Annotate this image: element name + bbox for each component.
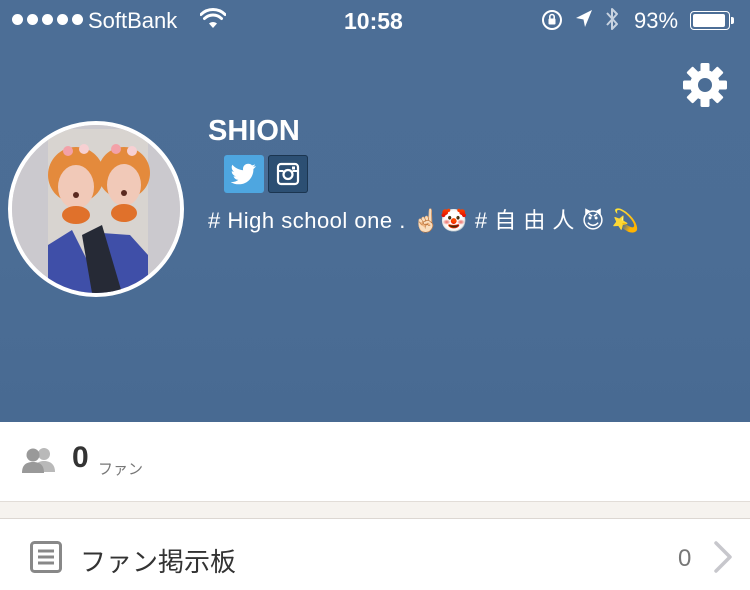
bluetooth-icon	[604, 6, 620, 38]
section-divider	[0, 502, 750, 519]
fans-count: 0	[72, 441, 89, 474]
social-links	[224, 155, 308, 193]
profile-username: SHION	[208, 115, 300, 147]
profile-bio: # High school one . ☝🏻🤡 # 自 由 人 😈 💫	[208, 208, 640, 233]
fan-board-label: ファン掲示板	[80, 547, 237, 577]
profile-header: SoftBank 10:58 93% SHION # High school o…	[0, 0, 750, 422]
status-time: 10:58	[344, 8, 403, 34]
fan-board-count: 0	[678, 545, 692, 572]
fans-people-icon	[22, 446, 56, 479]
fan-board-row[interactable]: ファン掲示板 0	[0, 519, 750, 590]
settings-gear-icon[interactable]	[682, 62, 728, 108]
twitter-icon	[231, 163, 256, 185]
board-document-icon	[30, 541, 62, 578]
status-bar: SoftBank 10:58 93%	[0, 0, 750, 40]
signal-strength-icon	[12, 14, 83, 25]
rotation-lock-icon	[540, 8, 564, 38]
chevron-right-icon	[712, 540, 734, 579]
instagram-link-button[interactable]	[268, 155, 308, 193]
battery-percent: 93%	[634, 8, 679, 33]
location-arrow-icon	[574, 8, 594, 36]
instagram-icon	[276, 162, 300, 186]
carrier-name: SoftBank	[88, 8, 178, 33]
twitter-link-button[interactable]	[224, 155, 264, 193]
fans-label: ファン	[98, 461, 144, 478]
profile-avatar[interactable]	[8, 121, 184, 297]
battery-icon	[690, 11, 734, 30]
fans-row[interactable]: 0 ファン	[0, 422, 750, 502]
wifi-icon	[199, 8, 227, 36]
